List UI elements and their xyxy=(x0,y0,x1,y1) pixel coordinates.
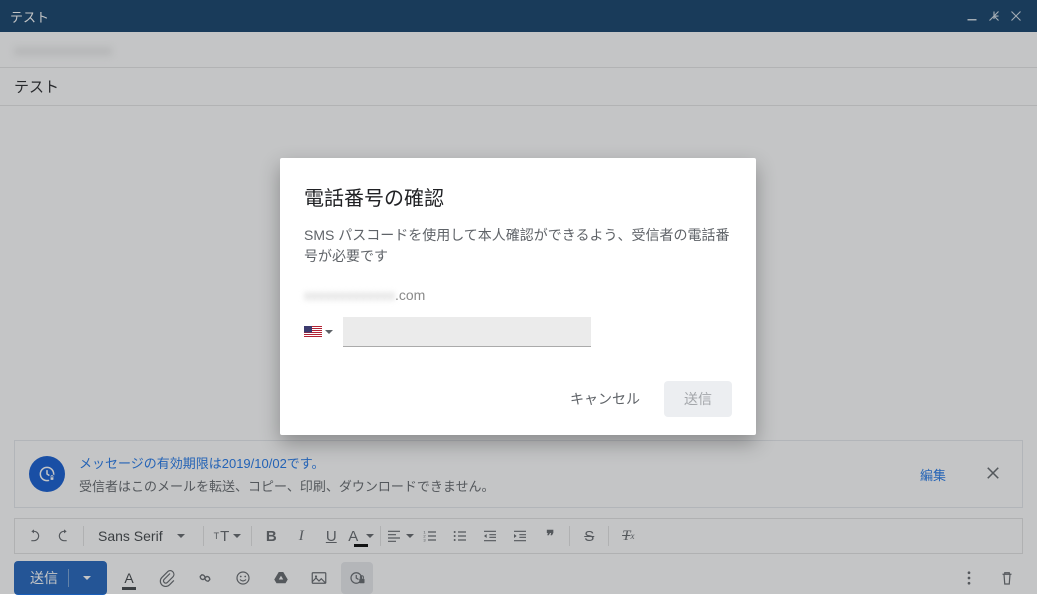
dialog-actions: キャンセル 送信 xyxy=(304,381,732,417)
dialog-send-button[interactable]: 送信 xyxy=(664,381,732,417)
phone-number-input[interactable] xyxy=(343,317,591,347)
dialog-recipient-email: xxxxxxxxxxxxx.com xyxy=(304,287,732,303)
phone-verification-dialog: 電話番号の確認 SMS パスコードを使用して本人確認ができるよう、受信者の電話番… xyxy=(280,158,756,435)
dialog-description: SMS パスコードを使用して本人確認ができるよう、受信者の電話番号が必要です xyxy=(304,225,732,267)
modal-overlay: 電話番号の確認 SMS パスコードを使用して本人確認ができるよう、受信者の電話番… xyxy=(0,0,1037,594)
phone-input-row xyxy=(304,317,732,347)
chevron-down-icon xyxy=(325,330,333,334)
dialog-cancel-button[interactable]: キャンセル xyxy=(564,381,646,417)
country-code-select[interactable] xyxy=(304,326,333,338)
dialog-title: 電話番号の確認 xyxy=(304,182,732,211)
